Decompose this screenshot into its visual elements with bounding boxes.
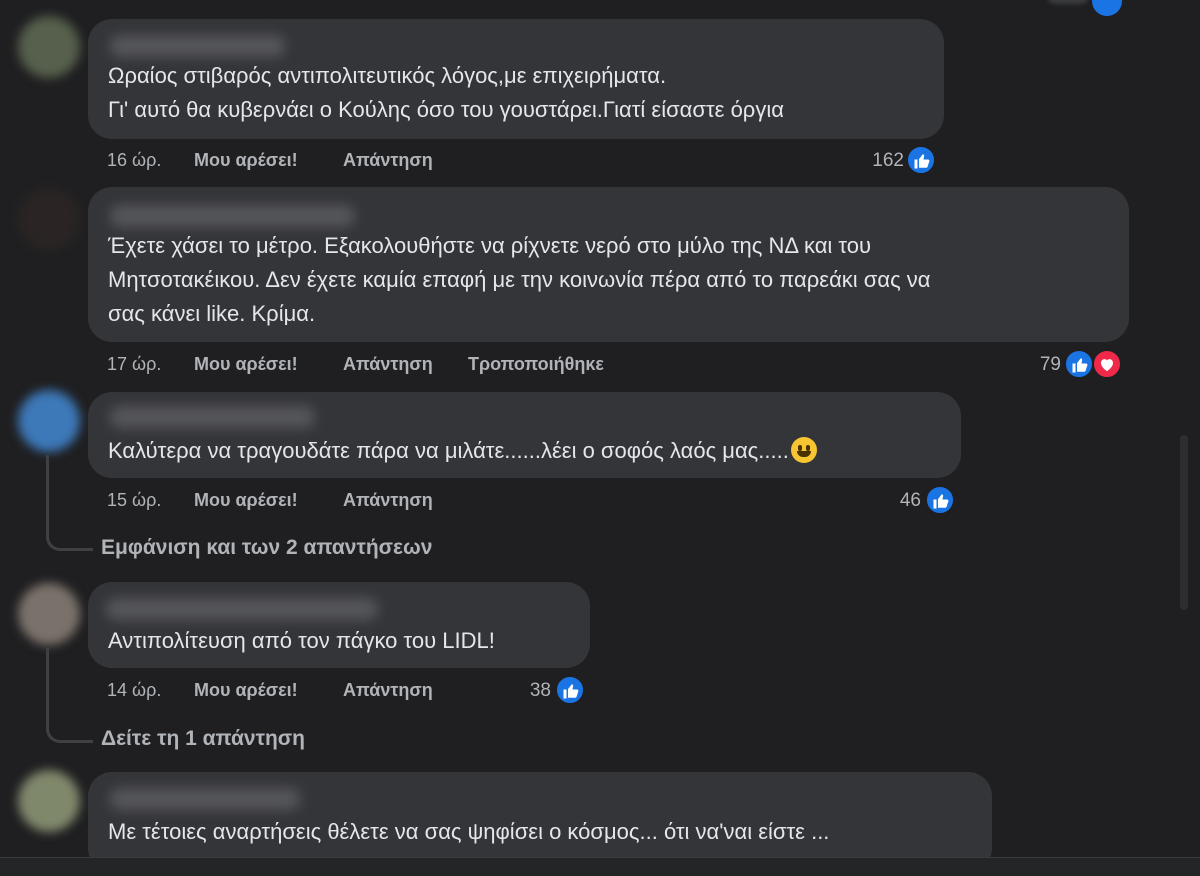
comment-timestamp[interactable]: 15 ώρ. bbox=[107, 490, 161, 511]
reply-button[interactable]: Απάντηση bbox=[343, 150, 433, 171]
avatar[interactable] bbox=[18, 188, 80, 250]
reply-button[interactable]: Απάντηση bbox=[343, 490, 433, 511]
commenter-name-blurred[interactable] bbox=[110, 788, 300, 810]
like-icon[interactable] bbox=[1092, 0, 1122, 16]
avatar[interactable] bbox=[18, 390, 80, 452]
like-button[interactable]: Μου αρέσει! bbox=[194, 680, 298, 701]
comment-timestamp[interactable]: 17 ώρ. bbox=[107, 354, 161, 375]
reply-button[interactable]: Απάντηση bbox=[343, 680, 433, 701]
bottom-edge bbox=[0, 857, 1200, 876]
comment-text-line: Γι' αυτό θα κυβερνάει ο Κούλης όσο του γ… bbox=[108, 97, 784, 122]
reaction-count[interactable]: 46 bbox=[861, 490, 921, 512]
commenter-name-blurred[interactable] bbox=[110, 406, 315, 428]
like-icon[interactable] bbox=[925, 485, 955, 515]
view-replies-link[interactable]: Δείτε τη 1 απάντηση bbox=[101, 727, 305, 751]
edited-label[interactable]: Τροποποιήθηκε bbox=[468, 354, 604, 375]
comment-text-line: Με τέτοιες αναρτήσεις θέλετε να σας ψηφί… bbox=[108, 819, 830, 844]
reply-button[interactable]: Απάντηση bbox=[343, 354, 433, 375]
avatar[interactable] bbox=[18, 770, 80, 832]
reaction-count[interactable]: 38 bbox=[491, 680, 551, 702]
comment-text-line: Έχετε χάσει το μέτρο. Εξακολουθήστε να ρ… bbox=[108, 233, 872, 258]
commenter-name-blurred[interactable] bbox=[110, 205, 355, 227]
like-button[interactable]: Μου αρέσει! bbox=[194, 354, 298, 375]
grinning-face-emoji bbox=[790, 437, 817, 463]
comment-text: Καλύτερα να τραγουδάτε πάρα να μιλάτε...… bbox=[108, 438, 789, 463]
reaction-count[interactable]: 79 bbox=[1001, 354, 1061, 376]
like-icon[interactable] bbox=[906, 145, 936, 175]
commenter-name-blurred[interactable] bbox=[110, 35, 285, 57]
reply-thread-connector bbox=[46, 648, 93, 743]
like-button[interactable]: Μου αρέσει! bbox=[194, 150, 298, 171]
like-icon[interactable] bbox=[555, 675, 585, 705]
scrollbar[interactable] bbox=[1180, 435, 1188, 610]
comment-text-line: Καλύτερα να τραγουδάτε πάρα να μιλάτε...… bbox=[108, 434, 817, 468]
like-icon[interactable] bbox=[1064, 349, 1094, 379]
comment-timestamp[interactable]: 14 ώρ. bbox=[107, 680, 161, 701]
comment-text-line: Αντιπολίτευση από τον πάγκο του LIDL! bbox=[108, 628, 495, 653]
heart-icon[interactable] bbox=[1092, 349, 1122, 379]
reaction-count[interactable]: 162 bbox=[844, 150, 904, 172]
comment-timestamp[interactable]: 16 ώρ. bbox=[107, 150, 161, 171]
previous-comment-remnant bbox=[0, 0, 1200, 6]
previous-reaction-count-blurred bbox=[1048, 0, 1088, 4]
like-button[interactable]: Μου αρέσει! bbox=[194, 490, 298, 511]
view-replies-link[interactable]: Εμφάνιση και των 2 απαντήσεων bbox=[101, 536, 432, 560]
commenter-name-blurred[interactable] bbox=[106, 598, 378, 620]
comment-text-line: Ωραίος στιβαρός αντιπολιτευτικός λόγος,μ… bbox=[108, 63, 667, 88]
avatar[interactable] bbox=[18, 583, 80, 645]
avatar[interactable] bbox=[18, 16, 80, 78]
comment-text-line: σας κάνει like. Κρίμα. bbox=[108, 301, 316, 326]
comment-text-line: Μητσοτακέικου. Δεν έχετε καμία επαφή με … bbox=[108, 267, 931, 292]
reply-thread-connector bbox=[46, 455, 93, 551]
